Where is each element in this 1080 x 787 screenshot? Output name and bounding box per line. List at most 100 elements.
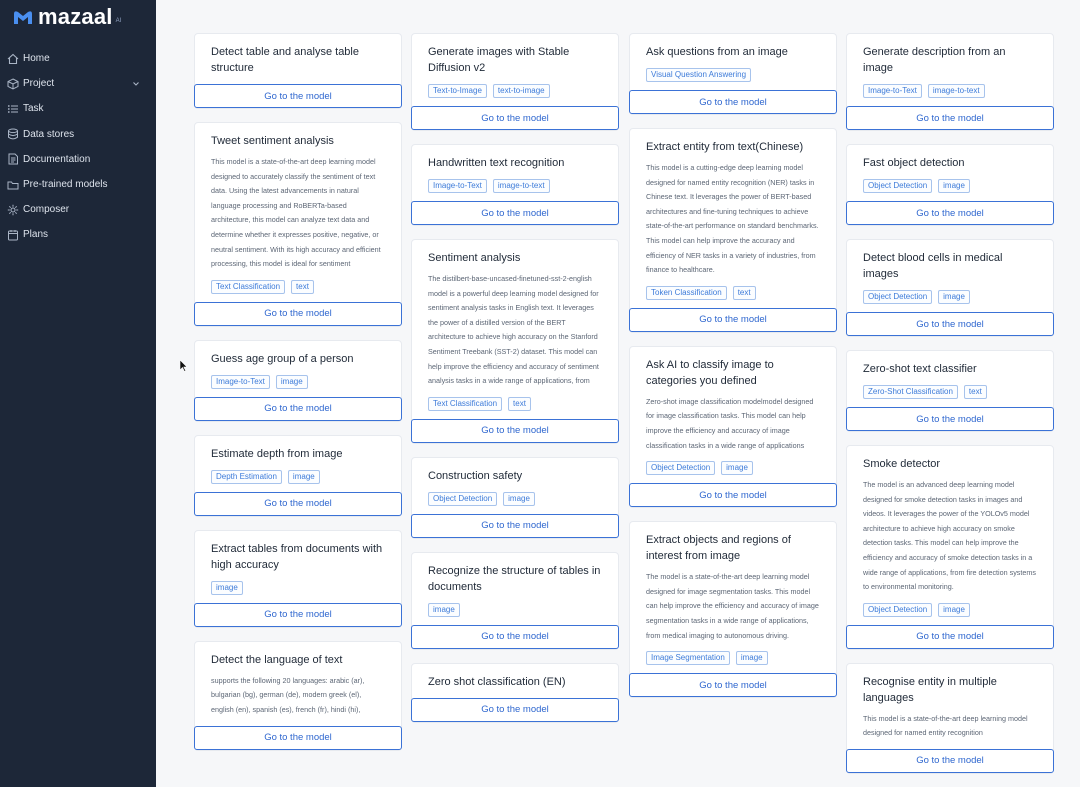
tag-badge[interactable]: image bbox=[721, 461, 753, 476]
model-title: Smoke detector bbox=[863, 458, 941, 470]
tag-list: Object Detection image bbox=[863, 290, 1037, 304]
tag-badge[interactable]: Text Classification bbox=[211, 279, 286, 294]
model-title: Detect the language of text bbox=[211, 653, 343, 666]
go-to-model-button[interactable]: Go to the model bbox=[629, 673, 837, 698]
tag-badge[interactable]: Object Detection bbox=[428, 491, 498, 506]
document-icon bbox=[7, 153, 19, 165]
tag-badge[interactable]: text-to-image bbox=[492, 84, 550, 98]
tag-badge[interactable]: Object Detection bbox=[863, 290, 933, 304]
go-to-model-button[interactable]: Go to the model bbox=[846, 407, 1054, 431]
model-card: Detect table and analyse table structure… bbox=[194, 33, 402, 109]
tag-badge[interactable]: image bbox=[938, 290, 970, 304]
go-to-model-button[interactable]: Go to the model bbox=[411, 513, 619, 538]
tag-badge[interactable]: image bbox=[938, 602, 970, 617]
go-to-model-button[interactable]: Go to the model bbox=[629, 483, 837, 508]
tag-badge[interactable]: image bbox=[503, 491, 535, 506]
tag-badge[interactable]: image bbox=[275, 374, 308, 389]
tag-list: Object Detection image bbox=[863, 179, 1037, 193]
tasks-icon bbox=[7, 103, 19, 115]
tag-badge[interactable]: text bbox=[963, 385, 987, 399]
sidebar-item-task[interactable]: Task bbox=[0, 96, 156, 121]
model-title: Fast object detection bbox=[863, 157, 965, 169]
sidebar-item-home[interactable]: Home bbox=[0, 46, 156, 71]
tag-badge[interactable]: Text Classification bbox=[428, 396, 503, 411]
model-card: Guess age group of a person Image-to-Text… bbox=[194, 339, 402, 422]
tag-list: image bbox=[211, 580, 385, 595]
tag-badge[interactable]: image bbox=[735, 651, 768, 666]
tag-badge[interactable]: Image-to-Text bbox=[428, 179, 487, 193]
sidebar-item-composer[interactable]: Composer bbox=[0, 197, 156, 222]
sidebar-item-label: Documentation bbox=[23, 153, 91, 165]
tag-badge[interactable]: Token Classification bbox=[646, 285, 727, 300]
model-title: Tweet sentiment analysis bbox=[211, 135, 334, 147]
model-title: Zero shot classification (EN) bbox=[428, 675, 566, 688]
go-to-model-button[interactable]: Go to the model bbox=[846, 312, 1054, 336]
go-to-model-button[interactable]: Go to the model bbox=[629, 90, 837, 114]
go-to-model-button[interactable]: Go to the model bbox=[194, 301, 402, 326]
sidebar-item-pre-trained-models[interactable]: Pre-trained models bbox=[0, 172, 156, 197]
go-to-model-button[interactable]: Go to the model bbox=[411, 106, 619, 130]
tag-list: Object Detection image bbox=[428, 491, 602, 506]
go-to-model-button[interactable]: Go to the model bbox=[194, 602, 402, 627]
tag-list: Depth Estimation image bbox=[211, 469, 385, 484]
tag-badge[interactable]: Text-to-Image bbox=[428, 84, 487, 98]
tag-badge[interactable]: image-to-text bbox=[492, 179, 550, 193]
tag-badge[interactable]: Depth Estimation bbox=[211, 469, 282, 484]
go-to-model-button[interactable]: Go to the model bbox=[411, 697, 619, 722]
model-card: Recognise entity in multiple languages Th… bbox=[846, 662, 1054, 774]
go-to-model-button[interactable]: Go to the model bbox=[846, 201, 1054, 225]
model-title: Extract tables from documents with high … bbox=[211, 542, 383, 571]
sidebar-item-label: Task bbox=[23, 103, 44, 115]
model-description: supports the following 20 languages: ara… bbox=[211, 675, 365, 714]
tag-list: Image-to-Text image bbox=[211, 374, 385, 389]
model-title: Recognize the structure of tables in doc… bbox=[428, 564, 601, 593]
go-to-model-button[interactable]: Go to the model bbox=[846, 624, 1054, 649]
model-title: Recognise entity in multiple languages bbox=[863, 675, 997, 704]
tag-badge[interactable]: Image-to-Text bbox=[211, 374, 270, 389]
tag-badge[interactable]: Object Detection bbox=[863, 179, 933, 193]
tag-badge[interactable]: text bbox=[508, 396, 531, 411]
sidebar-item-project[interactable]: Project bbox=[0, 71, 156, 96]
model-title: Handwritten text recognition bbox=[428, 157, 565, 169]
model-card: Fast object detection Object Detection ima… bbox=[846, 144, 1054, 226]
composer-icon bbox=[7, 204, 19, 216]
tag-badge[interactable]: image bbox=[428, 602, 460, 617]
go-to-model-button[interactable]: Go to the model bbox=[846, 106, 1054, 130]
model-card: Smoke detector The model is an advanced d… bbox=[846, 445, 1054, 650]
go-to-model-button[interactable]: Go to the model bbox=[411, 624, 619, 649]
sidebar-item-plans[interactable]: Plans bbox=[0, 222, 156, 247]
tag-badge[interactable]: Object Detection bbox=[646, 461, 716, 476]
tag-badge[interactable]: image bbox=[287, 469, 320, 484]
model-card: Sentiment analysis The distilbert-base-un… bbox=[411, 239, 619, 444]
go-to-model-button[interactable]: Go to the model bbox=[194, 491, 402, 516]
tag-badge[interactable]: Visual Question Answering bbox=[646, 68, 752, 82]
tag-list: Zero-Shot Classification text bbox=[863, 385, 1037, 399]
brand-logo[interactable]: mazaal AI bbox=[0, 0, 156, 34]
tag-badge[interactable]: image bbox=[211, 580, 243, 595]
sidebar-item-documentation[interactable]: Documentation bbox=[0, 147, 156, 172]
tag-badge[interactable]: Zero-Shot Classification bbox=[863, 385, 958, 399]
go-to-model-button[interactable]: Go to the model bbox=[194, 396, 402, 421]
tag-badge[interactable]: Image-to-Text bbox=[863, 84, 922, 98]
tag-badge[interactable]: Image Segmentation bbox=[646, 651, 730, 666]
model-description: The model is a state-of-the-art deep lea… bbox=[646, 572, 819, 640]
tag-list: image bbox=[428, 602, 602, 617]
cube-icon bbox=[7, 78, 19, 90]
go-to-model-button[interactable]: Go to the model bbox=[411, 418, 619, 443]
go-to-model-button[interactable]: Go to the model bbox=[629, 307, 837, 332]
go-to-model-button[interactable]: Go to the model bbox=[194, 725, 402, 750]
go-to-model-button[interactable]: Go to the model bbox=[194, 84, 402, 108]
tag-badge[interactable]: text bbox=[732, 285, 756, 300]
go-to-model-button[interactable]: Go to the model bbox=[846, 748, 1054, 773]
mouse-cursor-icon bbox=[180, 360, 188, 372]
go-to-model-button[interactable]: Go to the model bbox=[411, 201, 619, 225]
tag-badge[interactable]: image bbox=[938, 179, 970, 193]
tag-badge[interactable]: image-to-text bbox=[927, 84, 985, 98]
model-title: Sentiment analysis bbox=[428, 252, 521, 264]
sidebar-item-data-stores[interactable]: Data stores bbox=[0, 122, 156, 147]
tag-badge[interactable]: text bbox=[291, 279, 314, 294]
model-title: Ask AI to classify image to categories y… bbox=[646, 358, 774, 387]
tag-badge[interactable]: Object Detection bbox=[863, 602, 933, 617]
model-title: Zero-shot text classifier bbox=[863, 363, 977, 375]
chevron-down-icon[interactable] bbox=[132, 80, 140, 88]
